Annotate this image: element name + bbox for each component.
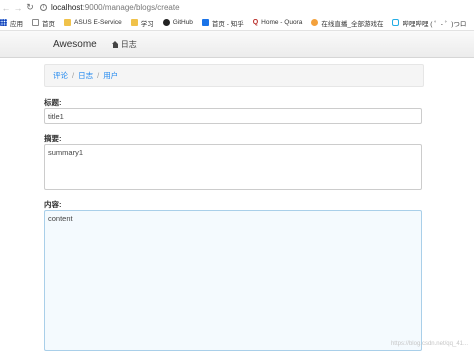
folder-icon xyxy=(130,19,138,26)
bookmark-label: 应用 xyxy=(10,20,23,28)
page-icon xyxy=(32,19,39,26)
url-path: :9000/manage/blogs/create xyxy=(82,3,180,12)
bilibili-icon xyxy=(392,19,400,26)
breadcrumb-item-users[interactable]: 用户 xyxy=(103,70,118,81)
nav-link-label: 日志 xyxy=(120,39,137,49)
forward-icon[interactable]: → xyxy=(12,3,24,13)
url-field[interactable]: i localhost:9000/manage/blogs/create xyxy=(40,3,180,12)
nav-link-blogs[interactable]: 日志 xyxy=(111,39,137,50)
breadcrumb-separator: / xyxy=(72,71,75,80)
breadcrumb-item-blogs[interactable]: 日志 xyxy=(78,70,93,81)
browser-address-bar: ← → ↻ i localhost:9000/manage/blogs/crea… xyxy=(0,0,474,15)
game-icon xyxy=(311,19,319,26)
bookmark-label: 在线直播_全部游戏在 xyxy=(321,20,384,28)
title-input[interactable] xyxy=(44,108,422,124)
folder-icon xyxy=(64,19,71,26)
reload-icon[interactable]: ↻ xyxy=(24,2,36,13)
bookmark-label: Home - Quora xyxy=(261,19,303,26)
bookmark-live[interactable]: 在线直播_全部游戏在 xyxy=(311,18,383,28)
breadcrumb-separator: / xyxy=(97,71,100,80)
home-icon xyxy=(111,40,119,48)
watermark: https://blog.csdn.net/qq_41... xyxy=(390,341,468,347)
bookmark-label: ASUS E-Service xyxy=(74,19,122,26)
bookmarks-bar: 应用 首页 ASUS E-Service 学习 GitHub 首页 - 知乎 Q… xyxy=(0,15,474,31)
summary-label: 摘要: xyxy=(44,134,62,143)
bookmark-label: 首页 xyxy=(42,20,55,28)
title-label: 标题: xyxy=(44,98,62,107)
quora-icon: Q xyxy=(252,19,259,26)
breadcrumb-item-comments[interactable]: 评论 xyxy=(53,70,68,81)
info-icon[interactable]: i xyxy=(40,4,47,11)
summary-textarea[interactable]: summary1 xyxy=(44,144,422,190)
breadcrumb: 评论 / 日志 / 用户 xyxy=(44,64,424,87)
content-textarea[interactable]: content xyxy=(44,210,422,351)
bookmark-label: 哔哩哔哩 ( ゜- ゜)つロ xyxy=(402,20,467,28)
brand-link[interactable]: Awesome xyxy=(53,39,97,50)
site-navbar: Awesome 日志 xyxy=(0,31,474,58)
bookmark-home[interactable]: 首页 xyxy=(32,18,55,28)
bookmark-study[interactable]: 学习 xyxy=(130,18,154,28)
bookmark-github[interactable]: GitHub xyxy=(162,19,193,26)
url-host: localhost xyxy=(51,3,83,12)
bookmark-label: GitHub xyxy=(172,19,193,26)
bookmark-asus[interactable]: ASUS E-Service xyxy=(64,19,122,26)
bookmark-label: 首页 - 知乎 xyxy=(211,20,244,28)
github-icon xyxy=(162,19,170,26)
apps-grid-icon xyxy=(0,19,7,26)
bookmark-label: 学习 xyxy=(140,20,154,28)
back-icon[interactable]: ← xyxy=(0,3,12,13)
bookmark-bilibili[interactable]: 哔哩哔哩 ( ゜- ゜)つロ xyxy=(392,18,466,28)
bookmark-zhihu[interactable]: 首页 - 知乎 xyxy=(201,18,244,28)
bookmark-quora[interactable]: Q Home - Quora xyxy=(252,19,303,26)
zhihu-icon xyxy=(201,19,209,26)
bookmark-apps[interactable]: 应用 xyxy=(0,18,23,28)
content-label: 内容: xyxy=(44,200,62,209)
